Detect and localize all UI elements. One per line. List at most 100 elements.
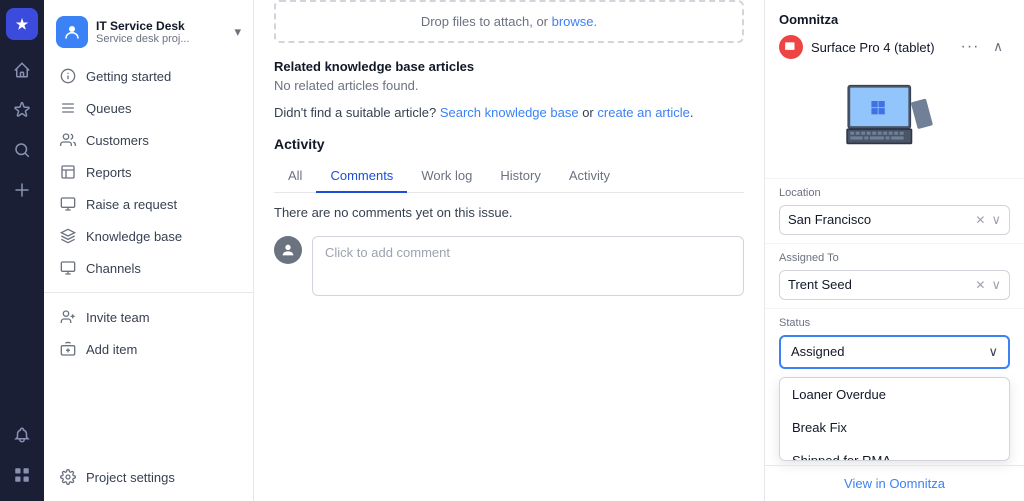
assigned-to-chevron-icon[interactable]: ∨ xyxy=(991,277,1001,293)
getting-started-icon xyxy=(60,68,76,84)
raise-request-icon xyxy=(60,196,76,212)
dropdown-item-shipped-rma[interactable]: Shipped for RMA xyxy=(780,444,1009,461)
assigned-to-value-row[interactable]: Trent Seed ✕ ∨ xyxy=(779,270,1010,300)
dropdown-item-label: Loaner Overdue xyxy=(792,387,886,402)
browse-link[interactable]: browse. xyxy=(552,14,598,29)
product-icon xyxy=(779,35,803,59)
service-desk-logo xyxy=(56,16,88,48)
status-select[interactable]: Assigned ∨ xyxy=(779,335,1010,369)
location-clear-button[interactable]: ✕ xyxy=(975,213,985,227)
sidebar-item-raise-request[interactable]: Raise a request xyxy=(44,188,253,220)
or-text: or xyxy=(582,105,594,120)
sidebar-header[interactable]: IT Service Desk Service desk proj... ▾ xyxy=(44,8,253,60)
location-value: San Francisco xyxy=(788,212,969,227)
assigned-to-field: Assigned To Trent Seed ✕ ∨ xyxy=(765,243,1024,308)
add-icon[interactable] xyxy=(4,172,40,208)
project-settings-label: Project settings xyxy=(86,470,175,485)
location-field: Location San Francisco ✕ ∨ xyxy=(765,178,1024,243)
sidebar-subtitle: Service desk proj... xyxy=(96,33,190,45)
sidebar-item-customers[interactable]: Customers xyxy=(44,124,253,156)
main-scroll-area: Drop files to attach, or browse. Related… xyxy=(254,0,764,501)
tab-history[interactable]: History xyxy=(486,160,554,193)
activity-section: Activity All Comments Work log History A… xyxy=(274,136,744,296)
sidebar: IT Service Desk Service desk proj... ▾ G… xyxy=(44,0,254,501)
icon-bar: ★ xyxy=(0,0,44,501)
main-content-area: Drop files to attach, or browse. Related… xyxy=(254,0,764,501)
notification-icon[interactable] xyxy=(4,417,40,453)
search-kb-link[interactable]: Search knowledge base xyxy=(440,105,579,120)
sidebar-item-project-settings[interactable]: Project settings xyxy=(44,461,253,493)
invite-team-label: Invite team xyxy=(86,310,150,325)
location-value-row[interactable]: San Francisco ✕ ∨ xyxy=(779,205,1010,235)
add-item-label: Add item xyxy=(86,342,137,357)
product-name: Surface Pro 4 (tablet) xyxy=(811,40,950,55)
article-hint: Didn't find a suitable article? Search k… xyxy=(274,105,744,120)
reports-icon xyxy=(60,164,76,180)
sidebar-item-reports[interactable]: Reports xyxy=(44,156,253,188)
sidebar-item-getting-started[interactable]: Getting started xyxy=(44,60,253,92)
add-item-icon xyxy=(60,341,76,357)
comment-placeholder: Click to add comment xyxy=(325,245,450,260)
file-drop-zone[interactable]: Drop files to attach, or browse. xyxy=(274,0,744,43)
channels-label: Channels xyxy=(86,261,141,276)
product-more-button[interactable]: ··· xyxy=(958,35,982,59)
raise-request-label: Raise a request xyxy=(86,197,177,212)
queues-icon xyxy=(60,100,76,116)
sidebar-item-queues[interactable]: Queues xyxy=(44,92,253,124)
not-found-text: No related articles found. xyxy=(274,78,744,93)
location-chevron-icon[interactable]: ∨ xyxy=(991,212,1001,228)
home-icon[interactable] xyxy=(4,52,40,88)
related-articles-section: Related knowledge base articles No relat… xyxy=(274,59,744,120)
app-logo[interactable]: ★ xyxy=(6,8,38,40)
apps-icon[interactable] xyxy=(4,457,40,493)
activity-header: Activity xyxy=(274,136,744,152)
product-actions: ··· ∧ xyxy=(958,35,1010,59)
dropdown-item-label: Break Fix xyxy=(792,420,847,435)
sidebar-item-knowledge-base[interactable]: Knowledge base xyxy=(44,220,253,252)
queues-label: Queues xyxy=(86,101,132,116)
comment-input[interactable]: Click to add comment xyxy=(312,236,744,296)
sidebar-item-channels[interactable]: Channels xyxy=(44,252,253,284)
product-card: Surface Pro 4 (tablet) ··· ∧ xyxy=(765,35,1024,178)
sidebar-title: IT Service Desk xyxy=(96,19,190,33)
assigned-to-value: Trent Seed xyxy=(788,277,969,292)
dropdown-item-loaner-overdue[interactable]: Loaner Overdue xyxy=(780,378,1009,411)
status-label: Status xyxy=(779,317,1010,329)
sidebar-chevron-icon[interactable]: ▾ xyxy=(234,24,241,40)
period-text: . xyxy=(690,105,694,120)
product-collapse-button[interactable]: ∧ xyxy=(986,35,1010,59)
tab-worklog[interactable]: Work log xyxy=(407,160,486,193)
star-icon[interactable] xyxy=(4,92,40,128)
status-chevron-icon: ∨ xyxy=(988,344,998,360)
activity-tabs: All Comments Work log History Activity xyxy=(274,160,744,193)
sidebar-item-add-item[interactable]: Add item xyxy=(44,333,253,365)
status-field: Status Assigned ∨ xyxy=(765,308,1024,377)
tab-all[interactable]: All xyxy=(274,160,316,193)
dropdown-item-label: Shipped for RMA xyxy=(792,453,891,461)
company-name: Oomnitza xyxy=(765,0,1024,35)
assigned-to-clear-button[interactable]: ✕ xyxy=(975,278,985,292)
location-label: Location xyxy=(779,187,1010,199)
hint-text: Didn't find a suitable article? xyxy=(274,105,436,120)
sidebar-item-invite-team[interactable]: Invite team xyxy=(44,301,253,333)
drop-text: Drop files to attach, or xyxy=(421,14,548,29)
invite-team-icon xyxy=(60,309,76,325)
knowledge-base-icon xyxy=(60,228,76,244)
search-icon[interactable] xyxy=(4,132,40,168)
status-dropdown: Loaner Overdue Break Fix Shipped for RMA… xyxy=(779,377,1010,461)
product-image-container xyxy=(779,67,1010,166)
no-comments-text: There are no comments yet on this issue. xyxy=(274,205,744,220)
right-panel: Oomnitza Surface Pro 4 (tablet) ··· ∧ xyxy=(764,0,1024,501)
knowledge-base-label: Knowledge base xyxy=(86,229,182,244)
tab-activity[interactable]: Activity xyxy=(555,160,624,193)
dropdown-item-break-fix[interactable]: Break Fix xyxy=(780,411,1009,444)
product-image-tablet xyxy=(840,79,950,154)
tab-comments[interactable]: Comments xyxy=(316,160,407,193)
getting-started-label: Getting started xyxy=(86,69,171,84)
project-settings-icon xyxy=(60,469,76,485)
related-articles-title: Related knowledge base articles xyxy=(274,59,744,74)
view-in-oomnitza-link[interactable]: View in Oomnitza xyxy=(765,465,1024,501)
sidebar-divider xyxy=(44,292,253,293)
comment-input-row: Click to add comment xyxy=(274,236,744,296)
create-article-link[interactable]: create an article xyxy=(597,105,690,120)
